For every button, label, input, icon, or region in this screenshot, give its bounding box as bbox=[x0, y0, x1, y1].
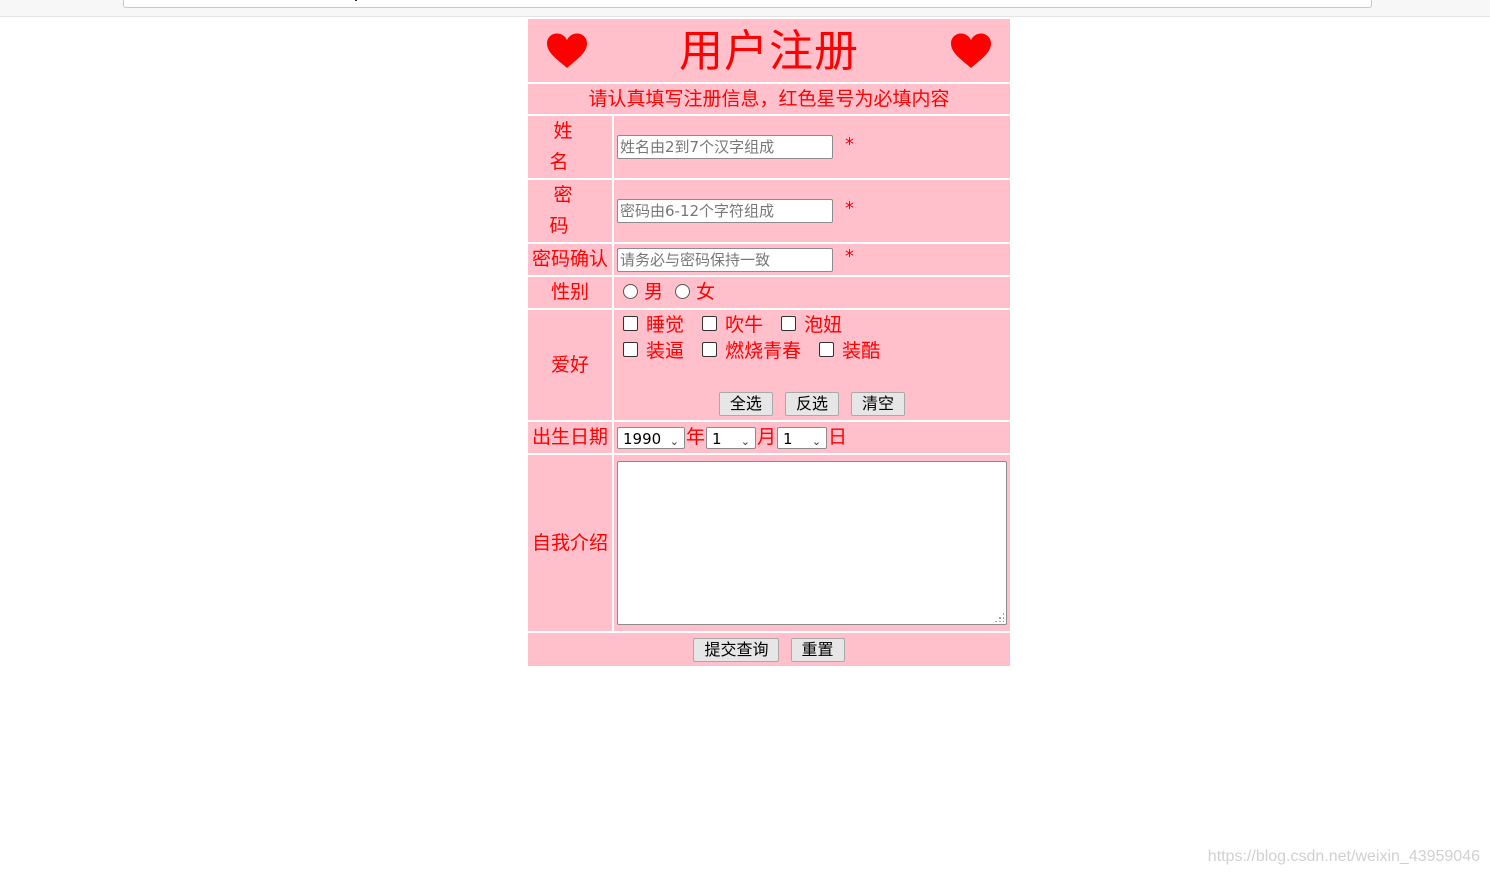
hobby-checkbox[interactable] bbox=[702, 316, 718, 331]
submit-button[interactable]: 提交查询 bbox=[693, 637, 780, 662]
address-cursor bbox=[355, 0, 357, 1]
hobby-checkbox[interactable] bbox=[781, 316, 797, 331]
registration-form: 用户注册 请认真填写注册信息，红色星号为必填内容 姓名 * 密码 * 密码确 bbox=[526, 17, 1013, 668]
month-select[interactable]: 1 ⌄ bbox=[706, 426, 757, 449]
hobby-option-label: 燃烧青春 bbox=[725, 340, 802, 362]
confirm-password-input[interactable] bbox=[617, 247, 833, 272]
name-input[interactable] bbox=[617, 135, 833, 159]
hobby-checkbox[interactable] bbox=[819, 342, 835, 357]
year-value: 1990 bbox=[623, 429, 662, 448]
password-input[interactable] bbox=[617, 199, 833, 223]
select-all-button[interactable]: 全选 bbox=[718, 392, 773, 416]
birth-field-cell: 1990 ⌄ 年 1 ⌄ 月 1 ⌄ 日 bbox=[614, 422, 1010, 453]
form-instructions: 请认真填写注册信息，红色星号为必填内容 bbox=[528, 84, 1010, 114]
day-unit: 日 bbox=[828, 426, 848, 448]
self-intro-cell bbox=[614, 455, 1010, 631]
hobby-option-label: 睡觉 bbox=[646, 314, 685, 336]
self-intro-textarea[interactable] bbox=[617, 461, 1007, 625]
month-value: 1 bbox=[712, 429, 722, 448]
watermark: https://blog.csdn.net/weixin_43959046 bbox=[1207, 848, 1480, 865]
resize-grip-icon[interactable] bbox=[994, 612, 1004, 622]
chevron-down-icon: ⌄ bbox=[669, 434, 679, 448]
hobby-option-label: 装逼 bbox=[646, 340, 685, 362]
birth-date-label: 出生日期 bbox=[528, 422, 612, 453]
chevron-down-icon: ⌄ bbox=[811, 434, 822, 448]
page-title: 用户注册 bbox=[679, 26, 859, 77]
hobby-checkbox[interactable] bbox=[623, 316, 638, 331]
required-star: * bbox=[845, 246, 855, 267]
invert-selection-button[interactable]: 反选 bbox=[784, 392, 839, 416]
clear-selection-button[interactable]: 清空 bbox=[851, 392, 906, 416]
hobby-button-row: 全选 反选 清空 bbox=[614, 392, 1010, 416]
password-field-cell: * bbox=[614, 180, 1010, 242]
gender-male-label: 男 bbox=[644, 281, 664, 303]
action-row: 提交查询 重置 bbox=[528, 633, 1010, 666]
required-star: * bbox=[845, 133, 855, 155]
year-select[interactable]: 1990 ⌄ bbox=[617, 426, 685, 449]
hobby-label: 爱好 bbox=[528, 310, 612, 420]
hobby-field-cell: 睡觉 吹牛 泡妞 装逼 燃烧青春 装酷 全选 反选 清空 bbox=[614, 310, 1010, 420]
month-unit: 月 bbox=[757, 426, 777, 448]
chevron-down-icon: ⌄ bbox=[740, 434, 751, 448]
hobby-row: 睡觉 吹牛 泡妞 bbox=[617, 312, 848, 338]
hobby-row: 装逼 燃烧青春 装酷 bbox=[617, 338, 886, 364]
password-label: 密码 bbox=[528, 180, 612, 242]
address-bar[interactable] bbox=[123, 0, 1372, 8]
gender-label: 性别 bbox=[528, 277, 612, 308]
hobby-option-label: 泡妞 bbox=[804, 314, 843, 336]
gender-female-radio[interactable] bbox=[675, 283, 691, 299]
gender-male-radio[interactable] bbox=[623, 283, 638, 299]
reset-button[interactable]: 重置 bbox=[790, 637, 845, 662]
hobby-option-label: 吹牛 bbox=[725, 314, 764, 336]
confirm-field-cell: * bbox=[614, 244, 1010, 275]
gender-field-cell: 男女 bbox=[614, 277, 1010, 308]
hobby-checkbox[interactable] bbox=[702, 342, 718, 357]
gender-female-label: 女 bbox=[696, 281, 716, 303]
name-field-cell: * bbox=[614, 116, 1010, 178]
day-value: 1 bbox=[783, 429, 793, 448]
hobby-checkbox[interactable] bbox=[623, 342, 638, 357]
registration-table: 用户注册 请认真填写注册信息，红色星号为必填内容 姓名 * 密码 * 密码确 bbox=[526, 17, 1012, 668]
hobby-option-label: 装酷 bbox=[842, 340, 881, 362]
browser-toolbar bbox=[0, 0, 1490, 17]
day-select[interactable]: 1 ⌄ bbox=[777, 426, 828, 449]
name-label: 姓名 bbox=[528, 116, 612, 178]
self-intro-label: 自我介绍 bbox=[528, 455, 612, 631]
title-row: 用户注册 bbox=[528, 19, 1010, 82]
confirm-password-label: 密码确认 bbox=[528, 244, 612, 275]
heart-icon bbox=[951, 33, 991, 68]
required-star: * bbox=[845, 197, 855, 219]
year-unit: 年 bbox=[686, 426, 706, 448]
